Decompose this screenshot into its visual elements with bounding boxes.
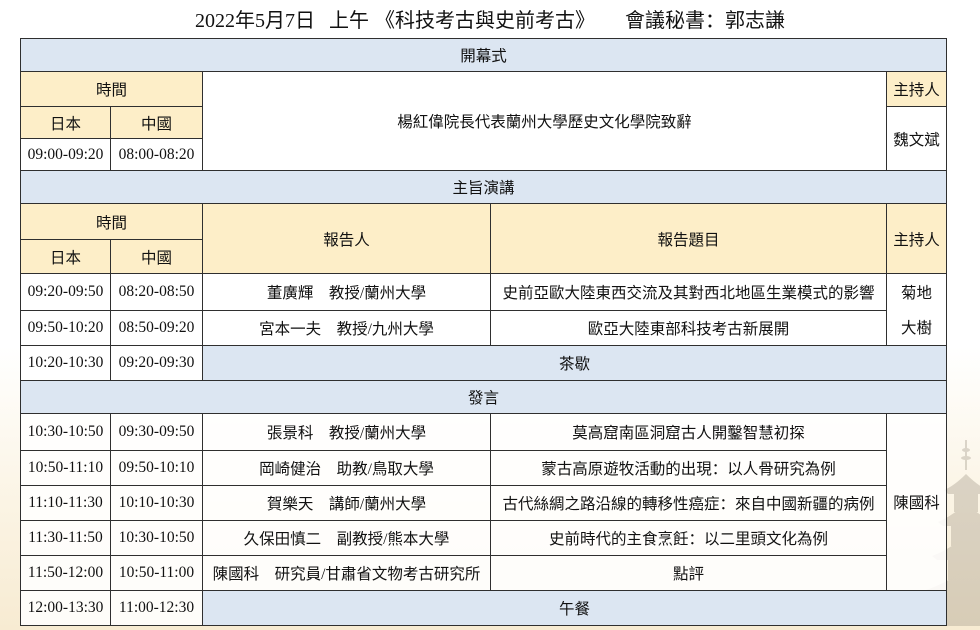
japan-time: 09:50-10:20 xyxy=(21,311,111,346)
topic-cell: 蒙古高原遊牧活動的出現：以人骨研究為例 xyxy=(491,451,887,486)
japan-time: 09:20-09:50 xyxy=(21,274,111,311)
topic-cell: 點評 xyxy=(491,556,887,591)
speaker-role: 講師/蘭州大學 xyxy=(328,496,427,513)
japan-time: 10:30-10:50 xyxy=(21,414,111,451)
time-header: 時間 xyxy=(21,204,203,240)
china-time: 11:00-12:30 xyxy=(111,591,203,626)
lunch-break: 午餐 xyxy=(203,591,947,626)
china-time-header: 中國 xyxy=(111,240,203,274)
topic-cell: 歐亞大陸東部科技考古新展開 xyxy=(491,311,887,346)
japan-time: 11:30-11:50 xyxy=(21,521,111,556)
japan-time: 12:00-13:30 xyxy=(21,591,111,626)
china-time: 10:10-10:30 xyxy=(111,486,203,521)
opening-address: 楊紅偉院長代表蘭州大學歷史文化學院致辭 xyxy=(203,72,887,171)
japan-time: 11:10-11:30 xyxy=(21,486,111,521)
keynote-host-line: 大樹 xyxy=(900,320,932,338)
opening-host: 魏文斌 xyxy=(887,107,947,171)
china-time: 10:30-10:50 xyxy=(111,521,203,556)
speaker-role: 助教/鳥取大學 xyxy=(336,461,434,478)
topic-cell: 史前時代的主食烹飪：以二里頭文化為例 xyxy=(491,521,887,556)
speaker-role: 教授/蘭州大學 xyxy=(328,285,427,302)
speaker-cell: 董廣輝 教授/蘭州大學 xyxy=(203,274,491,311)
china-time: 10:50-11:00 xyxy=(111,556,203,591)
china-time: 09:20-09:30 xyxy=(111,346,203,381)
title-secretary: 會議秘書：郭志謙 xyxy=(625,10,785,32)
keynote-host: 菊地 大樹 xyxy=(887,274,947,346)
title-theme: 《科技考古與史前考古》 xyxy=(375,10,595,32)
china-time-header: 中國 xyxy=(111,107,203,139)
title-date: 2022年5月7日 xyxy=(195,10,315,32)
section-header-opening: 開幕式 xyxy=(21,39,947,72)
speaker-cell: 岡崎健治 助教/鳥取大學 xyxy=(203,451,491,486)
china-time: 08:00-08:20 xyxy=(111,139,203,171)
topic-cell: 古代絲綢之路沿線的轉移性癌症：來自中國新疆的病例 xyxy=(491,486,887,521)
speaker-cell: 久保田慎二 副教授/熊本大學 xyxy=(203,521,491,556)
speaker-name: 宮本一夫 xyxy=(259,321,322,338)
japan-time-header: 日本 xyxy=(21,107,111,139)
speaker-role: 教授/蘭州大學 xyxy=(328,425,427,442)
china-time: 09:50-10:10 xyxy=(111,451,203,486)
speaker-name: 賀樂天 xyxy=(266,496,314,513)
china-time: 09:30-09:50 xyxy=(111,414,203,451)
speaker-name: 陳國科 xyxy=(212,566,260,583)
keynote-host-line: 菊地 xyxy=(900,284,932,302)
section-header-talks: 發言 xyxy=(21,381,947,414)
speaker-cell: 陳國科 研究員/甘肅省文物考古研究所 xyxy=(203,556,491,591)
speaker-role: 研究員/甘肅省文物考古研究所 xyxy=(274,566,481,583)
china-time: 08:50-09:20 xyxy=(111,311,203,346)
speaker-name: 岡崎健治 xyxy=(259,461,322,478)
section-header-keynote: 主旨演講 xyxy=(21,171,947,204)
speaker-role: 副教授/熊本大學 xyxy=(336,531,450,548)
speaker-cell: 張景科 教授/蘭州大學 xyxy=(203,414,491,451)
china-time: 08:20-08:50 xyxy=(111,274,203,311)
speaker-cell: 宮本一夫 教授/九州大學 xyxy=(203,311,491,346)
japan-time-header: 日本 xyxy=(21,240,111,274)
host-header: 主持人 xyxy=(887,72,947,107)
japan-time: 10:20-10:30 xyxy=(21,346,111,381)
speaker-name: 董廣輝 xyxy=(266,285,314,302)
tea-break: 茶歇 xyxy=(203,346,947,381)
speaker-header: 報告人 xyxy=(203,204,491,274)
topic-cell: 莫高窟南區洞窟古人開鑿智慧初探 xyxy=(491,414,887,451)
title-session: 上午 xyxy=(329,10,369,32)
topic-cell: 史前亞歐大陸東西交流及其對西北地區生業模式的影響 xyxy=(491,274,887,311)
talks-host: 陳國科 xyxy=(887,414,947,591)
japan-time: 10:50-11:10 xyxy=(21,451,111,486)
speaker-cell: 賀樂天 講師/蘭州大學 xyxy=(203,486,491,521)
schedule-table: 開幕式 時間 楊紅偉院長代表蘭州大學歷史文化學院致辭 主持人 日本 中國 魏文斌… xyxy=(20,38,947,626)
speaker-name: 久保田慎二 xyxy=(243,531,322,548)
topic-header: 報告題目 xyxy=(491,204,887,274)
time-header: 時間 xyxy=(21,72,203,107)
speaker-name: 張景科 xyxy=(266,425,314,442)
speaker-role: 教授/九州大學 xyxy=(336,321,434,338)
page-title: 2022年5月7日 上午 《科技考古與史前考古》 會議秘書：郭志謙 xyxy=(0,7,980,35)
host-header: 主持人 xyxy=(887,204,947,274)
japan-time: 09:00-09:20 xyxy=(21,139,111,171)
japan-time: 11:50-12:00 xyxy=(21,556,111,591)
